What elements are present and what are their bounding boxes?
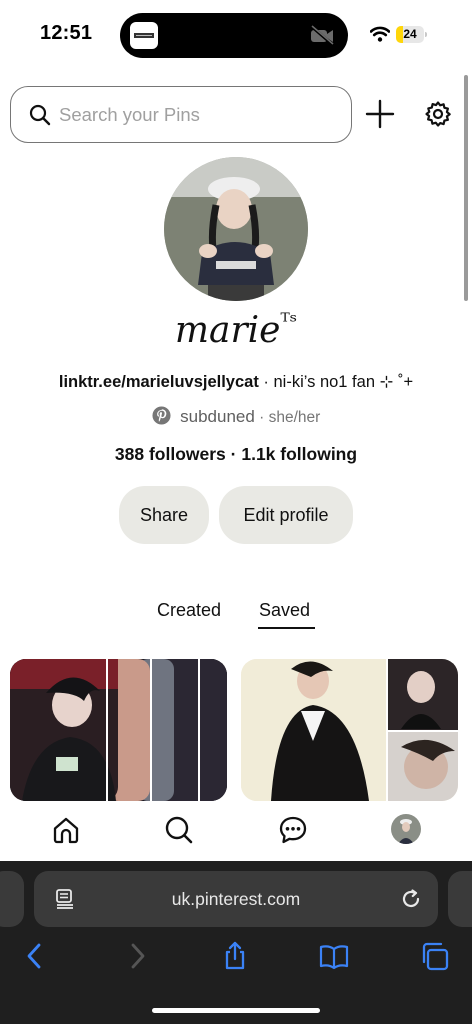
profile-avatar[interactable] <box>164 157 308 301</box>
bio-text: · ni-ki’s no1 fan ⊹ ˚+ <box>258 373 414 391</box>
display-name-text: marie <box>174 310 281 351</box>
username: subduned <box>180 407 255 426</box>
active-tab-underline <box>258 627 315 629</box>
dynamic-island[interactable] <box>120 13 348 58</box>
bottom-nav <box>0 801 472 861</box>
status-time: 12:51 <box>40 22 93 44</box>
chat-bubble-icon[interactable] <box>278 815 308 845</box>
gear-icon[interactable] <box>424 100 452 128</box>
chevron-left-icon[interactable] <box>20 941 50 971</box>
username-row: subduned · she/her <box>0 406 472 430</box>
bio-link[interactable]: linktr.ee/marieluvsjellycat <box>59 373 259 391</box>
tab-created[interactable]: Created <box>157 600 221 621</box>
status-bar: 12:51 24 <box>0 0 472 70</box>
reload-icon[interactable] <box>400 888 422 910</box>
address-bar[interactable]: uk.pinterest.com <box>34 871 438 927</box>
search-icon[interactable] <box>164 815 194 845</box>
display-name: marieᵀˢ <box>0 310 472 351</box>
tabs-icon[interactable] <box>420 941 450 971</box>
bio: linktr.ee/marieluvsjellycat · ni-ki’s no… <box>0 372 472 392</box>
home-icon[interactable] <box>51 815 81 845</box>
home-indicator[interactable] <box>152 1008 320 1013</box>
wifi-icon <box>370 26 390 42</box>
board-card[interactable] <box>10 659 227 801</box>
share-button[interactable]: Share <box>119 486 209 544</box>
battery-icon: 24 <box>396 26 428 43</box>
following-count[interactable]: 1.1k following <box>241 444 357 464</box>
search-input[interactable] <box>59 101 339 129</box>
previous-tab-peek[interactable] <box>0 871 24 927</box>
now-playing-app-icon <box>130 22 158 49</box>
follow-stats: 388 followers · 1.1k following <box>0 444 472 465</box>
next-tab-peek[interactable] <box>448 871 472 927</box>
search-icon <box>29 104 51 126</box>
search-box[interactable] <box>10 86 352 143</box>
profile-avatar-tab[interactable] <box>391 814 421 844</box>
pinterest-logo-icon <box>152 406 171 425</box>
book-icon[interactable] <box>319 941 349 971</box>
camera-off-icon <box>310 24 334 47</box>
battery-percent: 24 <box>403 27 417 41</box>
url-text: uk.pinterest.com <box>171 889 301 909</box>
tab-saved[interactable]: Saved <box>259 600 310 621</box>
followers-count[interactable]: 388 followers <box>115 444 226 464</box>
add-button[interactable] <box>364 98 396 130</box>
stats-separator: · <box>225 444 242 464</box>
board-card[interactable] <box>241 659 458 801</box>
chevron-right-icon[interactable] <box>122 941 152 971</box>
edit-profile-button[interactable]: Edit profile <box>219 486 353 544</box>
pronouns: · she/her <box>254 409 321 426</box>
display-name-suffix: ᵀˢ <box>280 310 298 335</box>
share-icon[interactable] <box>220 941 250 971</box>
scroll-indicator[interactable] <box>464 75 468 301</box>
browser-toolbar: uk.pinterest.com <box>0 861 472 1024</box>
